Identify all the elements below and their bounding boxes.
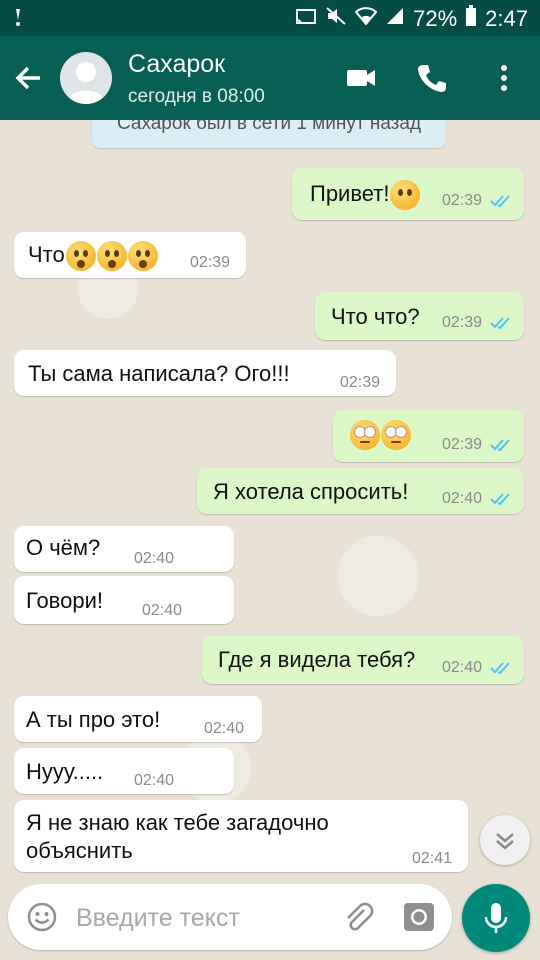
message-time: 02:39 <box>442 314 483 331</box>
camera-icon[interactable] <box>402 900 436 934</box>
chat-header: Сахарок сегодня в 08:00 <box>0 36 540 120</box>
eye-roll-emoji-icon <box>350 420 380 450</box>
message-text-line2: объяснить <box>26 838 133 863</box>
emoji-icon <box>390 180 421 210</box>
system-notice: Сахарок был в сети 1 минут назад <box>92 120 446 148</box>
message-list[interactable]: Сахарок был в сети 1 минут назад Привет!… <box>0 120 540 880</box>
message-incoming[interactable]: А ты про это! 02:40 <box>14 696 262 742</box>
message-incoming[interactable]: Что 02:39 <box>14 232 246 278</box>
signal-icon <box>385 6 405 31</box>
last-seen-status: сегодня в 08:00 <box>128 86 265 107</box>
hushed-emoji-icon <box>96 241 127 271</box>
message-input[interactable] <box>74 898 338 938</box>
message-outgoing[interactable]: Я хотела спросить! 02:40 <box>197 468 524 514</box>
paperclip-icon[interactable] <box>342 900 374 934</box>
phone-icon[interactable] <box>416 62 448 94</box>
message-time: 02:41 <box>412 850 453 867</box>
message-text: Я не знаю как тебе загадочно <box>26 810 329 835</box>
message-outgoing[interactable]: Где я видела тебя? 02:40 <box>202 636 524 684</box>
message-incoming[interactable]: Говори! 02:40 <box>14 576 234 624</box>
message-text: Привет! <box>310 180 390 206</box>
message-text: Где я видела тебя? <box>218 647 416 672</box>
cast-icon <box>295 7 317 31</box>
message-incoming[interactable]: Нууу..... 02:40 <box>14 748 234 794</box>
back-arrow-icon[interactable] <box>14 58 58 98</box>
message-text: Нууу..... <box>26 759 104 784</box>
message-time: 02:40 <box>442 659 483 676</box>
message-outgoing[interactable]: Привет! 02:39 <box>292 168 524 220</box>
eye-roll-emoji-icon <box>381 420 411 450</box>
message-time: 02:40 <box>204 720 245 737</box>
read-ticks-icon <box>490 660 514 676</box>
composer <box>8 884 452 950</box>
read-ticks-icon <box>490 193 514 209</box>
message-text: О чём? <box>26 535 101 560</box>
battery-icon <box>465 5 477 32</box>
message-incoming[interactable]: О чём? 02:40 <box>14 526 234 572</box>
read-ticks-icon <box>490 315 514 331</box>
message-text: Я хотела спросить! <box>213 479 409 504</box>
mute-icon <box>325 6 347 31</box>
emoji-icon[interactable] <box>26 901 58 933</box>
message-time: 02:40 <box>142 602 183 619</box>
more-vert-icon[interactable] <box>494 62 514 94</box>
scroll-to-bottom-button[interactable] <box>480 815 530 865</box>
hushed-emoji-icon <box>127 241 158 271</box>
battery-percent: 72% <box>413 5 458 31</box>
message-time: 02:39 <box>190 254 231 271</box>
message-time: 02:40 <box>134 772 175 789</box>
message-time: 02:40 <box>442 490 483 507</box>
status-bar: 72% 2:47 <box>0 0 540 36</box>
message-time: 02:39 <box>442 436 483 453</box>
wifi-icon <box>354 6 378 31</box>
message-outgoing[interactable]: Что что? 02:39 <box>315 292 524 340</box>
read-ticks-icon <box>490 491 514 507</box>
message-time: 02:40 <box>134 550 175 567</box>
message-incoming[interactable]: Я не знаю как тебе загадочно объяснить 0… <box>14 800 468 872</box>
mic-icon[interactable] <box>462 884 530 952</box>
avatar[interactable] <box>60 52 112 104</box>
message-text: Говори! <box>26 588 103 613</box>
read-ticks-icon <box>490 437 514 453</box>
hushed-emoji-icon <box>65 241 96 271</box>
message-incoming[interactable]: Ты сама написала? Ого!!! 02:39 <box>14 350 396 396</box>
message-text: Что <box>28 241 65 267</box>
message-text: Ты сама написала? Ого!!! <box>28 361 290 386</box>
status-clock: 2:47 <box>485 5 528 31</box>
message-time: 02:39 <box>442 192 483 209</box>
message-text: А ты про это! <box>26 707 161 732</box>
message-time: 02:39 <box>340 374 381 391</box>
message-outgoing[interactable]: 02:39 <box>333 410 524 462</box>
video-call-icon[interactable] <box>346 62 376 92</box>
contact-name[interactable]: Сахарок <box>128 50 225 79</box>
message-text: Что что? <box>331 304 420 329</box>
notification-icon <box>10 7 26 34</box>
